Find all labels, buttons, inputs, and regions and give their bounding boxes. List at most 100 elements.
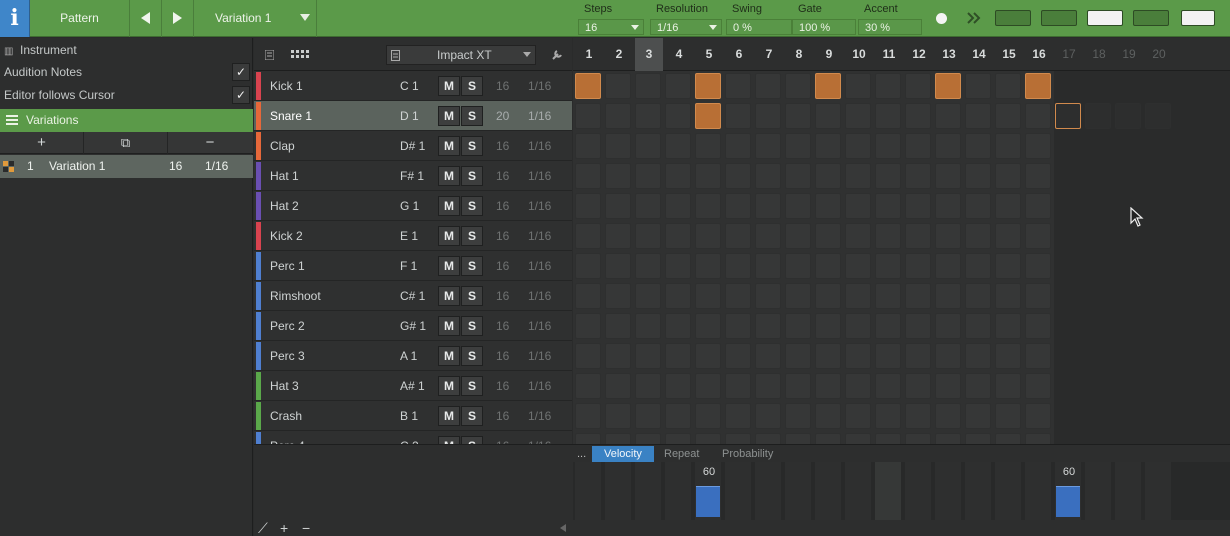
step-cell[interactable] [965, 193, 991, 219]
swing-value[interactable]: 0 % [726, 19, 792, 35]
step-cell[interactable] [905, 283, 931, 309]
step-cell-on[interactable] [1055, 103, 1081, 129]
step-cell[interactable] [635, 343, 661, 369]
step-cell[interactable] [875, 373, 901, 399]
step-cell[interactable] [905, 373, 931, 399]
step-cell[interactable] [575, 253, 601, 279]
velocity-column[interactable] [725, 462, 751, 520]
step-cell[interactable] [935, 433, 961, 444]
step-cell[interactable] [635, 103, 661, 129]
step-cell[interactable] [605, 223, 631, 249]
step-cell[interactable] [695, 373, 721, 399]
step-number[interactable]: 16 [1025, 38, 1053, 71]
solo-button[interactable]: S [461, 286, 483, 306]
step-cell[interactable] [965, 133, 991, 159]
step-cell[interactable] [935, 343, 961, 369]
step-cell[interactable] [1085, 103, 1111, 129]
step-cell[interactable] [755, 373, 781, 399]
step-cell[interactable] [755, 73, 781, 99]
gate-value[interactable]: 100 % [792, 19, 856, 35]
accent-param[interactable]: Accent 30 % [854, 0, 924, 37]
step-cell[interactable] [935, 163, 961, 189]
step-cell[interactable] [905, 343, 931, 369]
step-cell[interactable] [605, 103, 631, 129]
step-cell[interactable] [935, 103, 961, 129]
velocity-column[interactable] [665, 462, 691, 520]
step-cell[interactable] [695, 193, 721, 219]
step-cell[interactable] [695, 403, 721, 429]
step-cell[interactable] [995, 403, 1021, 429]
tab-velocity[interactable]: Velocity [592, 446, 654, 462]
step-cell[interactable] [725, 133, 751, 159]
step-cell[interactable] [875, 253, 901, 279]
step-cell[interactable] [605, 193, 631, 219]
step-cell[interactable] [875, 223, 901, 249]
step-cell[interactable] [995, 193, 1021, 219]
step-cell[interactable] [635, 73, 661, 99]
step-number[interactable]: 11 [875, 38, 903, 71]
step-cell[interactable] [935, 313, 961, 339]
view-mode-2-button[interactable] [1041, 10, 1077, 26]
step-cell[interactable] [635, 253, 661, 279]
instrument-lane[interactable]: Rimshoot C# 1 M S 16 1/16 [254, 281, 572, 311]
steps-value[interactable]: 16 [578, 19, 644, 35]
step-cell[interactable] [965, 253, 991, 279]
step-cell[interactable] [665, 163, 691, 189]
step-cell[interactable] [1025, 133, 1051, 159]
step-cell[interactable] [815, 223, 841, 249]
step-cell[interactable] [725, 373, 751, 399]
step-cell[interactable] [665, 73, 691, 99]
mute-button[interactable]: M [438, 286, 460, 306]
step-cell[interactable] [845, 163, 871, 189]
step-cell[interactable] [665, 343, 691, 369]
step-cell[interactable] [785, 133, 811, 159]
step-cell[interactable] [755, 343, 781, 369]
resolution-value[interactable]: 1/16 [650, 19, 722, 35]
tab-repeat[interactable]: Repeat [652, 446, 711, 462]
step-cell[interactable] [815, 163, 841, 189]
instrument-lane[interactable]: Hat 3 A# 1 M S 16 1/16 [254, 371, 572, 401]
step-cell[interactable] [755, 133, 781, 159]
velocity-bar[interactable] [696, 486, 720, 517]
step-cell[interactable] [935, 403, 961, 429]
velocity-column[interactable] [935, 462, 961, 520]
step-number[interactable]: 18 [1085, 38, 1113, 71]
velocity-column[interactable] [1145, 462, 1171, 520]
step-cell[interactable] [905, 403, 931, 429]
step-cell[interactable] [695, 253, 721, 279]
solo-button[interactable]: S [461, 316, 483, 336]
instrument-lane[interactable]: Perc 2 G# 1 M S 16 1/16 [254, 311, 572, 341]
step-cell[interactable] [905, 133, 931, 159]
step-cell[interactable] [725, 73, 751, 99]
step-number[interactable]: 7 [755, 38, 783, 71]
step-cell[interactable] [845, 403, 871, 429]
step-cell[interactable] [635, 223, 661, 249]
mute-button[interactable]: M [438, 346, 460, 366]
solo-button[interactable]: S [461, 226, 483, 246]
step-cell[interactable] [935, 133, 961, 159]
step-cell[interactable] [995, 343, 1021, 369]
step-cell[interactable] [605, 373, 631, 399]
step-cell[interactable] [1025, 253, 1051, 279]
step-cell[interactable] [665, 103, 691, 129]
step-cell[interactable] [695, 223, 721, 249]
step-cell[interactable] [815, 313, 841, 339]
step-cell[interactable] [1145, 103, 1171, 129]
step-cell[interactable] [635, 133, 661, 159]
step-cell[interactable] [605, 253, 631, 279]
instrument-lane[interactable]: Snare 1 D 1 M S 20 1/16 [254, 101, 572, 131]
step-cell[interactable] [635, 283, 661, 309]
step-cell[interactable] [635, 163, 661, 189]
step-cell[interactable] [755, 223, 781, 249]
step-cell[interactable] [635, 433, 661, 444]
step-cell[interactable] [575, 403, 601, 429]
step-cell[interactable] [1115, 103, 1141, 129]
record-button[interactable] [931, 8, 951, 28]
step-cell[interactable] [1025, 373, 1051, 399]
gate-param[interactable]: Gate 100 % [788, 0, 856, 37]
step-cell-on[interactable] [695, 73, 721, 99]
step-cell[interactable] [1025, 223, 1051, 249]
step-cell[interactable] [785, 313, 811, 339]
step-cell[interactable] [1025, 343, 1051, 369]
step-cell[interactable] [875, 163, 901, 189]
